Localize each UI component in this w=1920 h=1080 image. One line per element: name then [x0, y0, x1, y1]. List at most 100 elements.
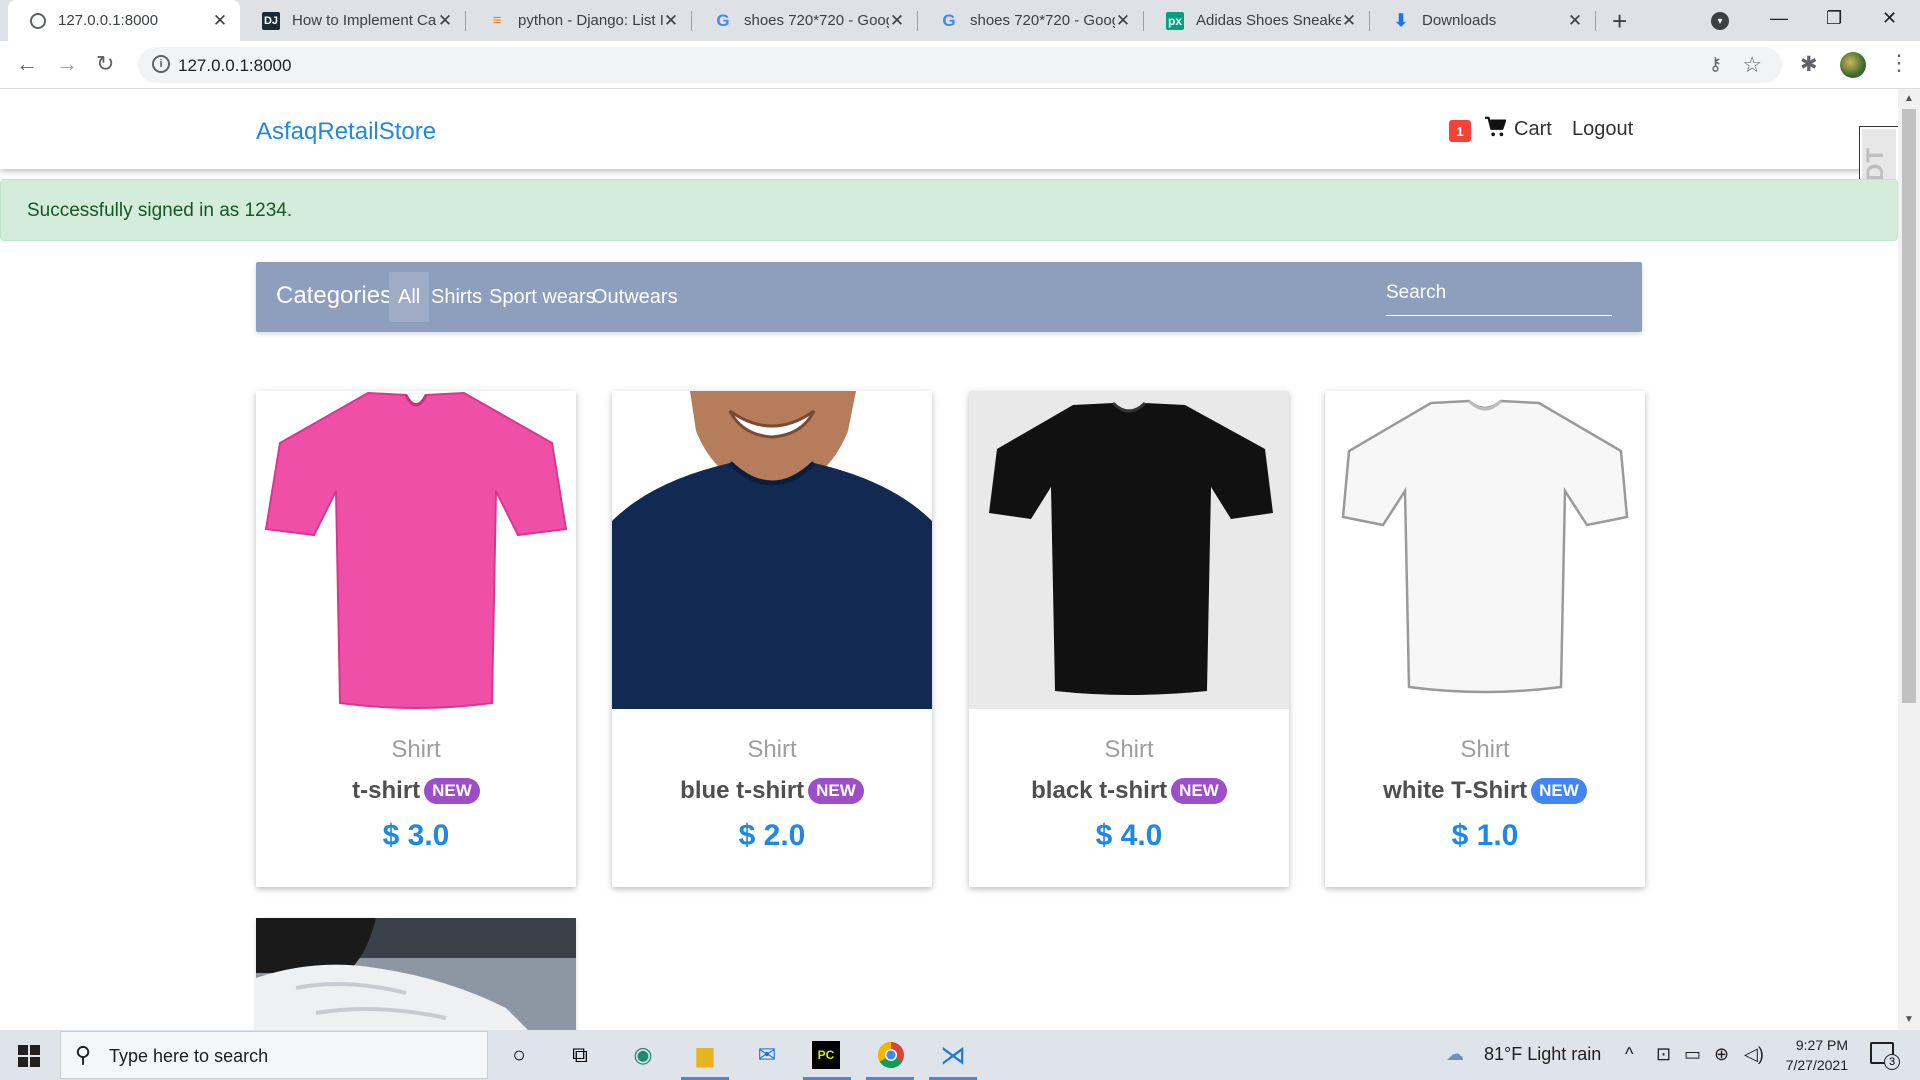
- tab-separator: [1595, 11, 1596, 31]
- search-input[interactable]: Search: [1386, 282, 1612, 316]
- web-page: AsfaqRetailStore 1 Cart Logout DjDT Succ…: [0, 89, 1898, 1030]
- windows-start-icon[interactable]: [18, 1045, 40, 1067]
- bookmark-star-icon[interactable]: ☆: [1742, 52, 1762, 78]
- scroll-up-icon[interactable]: ▲: [1904, 93, 1914, 104]
- close-tab-icon[interactable]: ✕: [1115, 11, 1131, 31]
- browser-tab[interactable]: G shoes 720*720 - Goog ✕: [918, 0, 1143, 41]
- weather-icon[interactable]: ☁: [1446, 1044, 1464, 1065]
- pink-tshirt-image[interactable]: [256, 391, 576, 709]
- minimize-icon[interactable]: —: [1770, 8, 1788, 29]
- product-price: $ 4.0: [1095, 819, 1163, 852]
- category-outwears[interactable]: Outwears: [583, 272, 687, 322]
- google-icon: G: [716, 10, 730, 30]
- clock-date: 7/27/2021: [1785, 1057, 1848, 1073]
- vscode-icon[interactable]: ⋊: [936, 1038, 970, 1072]
- product-name-row: black t-shirt NEW: [969, 777, 1289, 805]
- browser-toolbar: ← → ↻ i 127.0.0.1:8000 ⚷ ☆: [0, 41, 1920, 89]
- profile-avatar[interactable]: [1840, 52, 1866, 78]
- new-badge: NEW: [1531, 778, 1587, 804]
- cart-icon[interactable]: [1484, 116, 1506, 138]
- new-tab-button[interactable]: +: [1612, 6, 1627, 37]
- browser-tab[interactable]: 127.0.0.1:8000 ✕: [8, 0, 240, 41]
- product-name-row: t-shirt NEW: [256, 777, 576, 805]
- forward-icon[interactable]: →: [56, 51, 78, 77]
- cart-link[interactable]: Cart: [1514, 118, 1552, 141]
- site-brand[interactable]: AsfaqRetailStore: [256, 118, 436, 146]
- site-navbar: AsfaqRetailStore 1 Cart Logout DjDT: [0, 89, 1898, 224]
- site-info-icon[interactable]: i: [152, 55, 170, 73]
- product-name[interactable]: t-shirt: [352, 777, 420, 804]
- close-tab-icon[interactable]: ✕: [1567, 11, 1583, 31]
- browser-tab[interactable]: ⬇ Downloads ✕: [1370, 0, 1595, 41]
- show-hidden-icons-icon[interactable]: ^: [1625, 1044, 1633, 1065]
- logout-link[interactable]: Logout: [1572, 118, 1633, 141]
- cortana-icon[interactable]: ○: [502, 1038, 536, 1072]
- categories-title: Categories:: [276, 282, 399, 309]
- product-name-row: blue t-shirt NEW: [612, 777, 932, 805]
- tab-search-icon[interactable]: ▾: [1711, 12, 1729, 30]
- address-bar[interactable]: i 127.0.0.1:8000 ⚷ ☆: [138, 47, 1782, 83]
- taskbar-clock[interactable]: 9:27 PM 7/27/2021: [1776, 1035, 1848, 1075]
- cart-count-badge[interactable]: 1: [1449, 120, 1471, 142]
- product-price: $ 2.0: [738, 819, 806, 852]
- weather-text[interactable]: 81°F Light rain: [1484, 1044, 1601, 1065]
- success-alert: Successfully signed in as 1234.: [0, 179, 1898, 241]
- close-tab-icon[interactable]: ✕: [1341, 11, 1357, 31]
- product-card[interactable]: Shirt blue t-shirt NEW $ 2.0: [612, 391, 932, 887]
- page-scrollbar[interactable]: ▲ ▼: [1898, 89, 1920, 1030]
- product-name[interactable]: blue t-shirt: [680, 777, 804, 804]
- product-card[interactable]: Shirt t-shirt NEW $ 3.0: [256, 391, 576, 887]
- dj-favicon-icon: DJ: [262, 11, 280, 30]
- close-tab-icon[interactable]: ✕: [663, 11, 679, 31]
- browser-tab[interactable]: G shoes 720*720 - Goog ✕: [692, 0, 917, 41]
- url-text[interactable]: 127.0.0.1:8000: [178, 56, 291, 76]
- mail-icon[interactable]: ✉: [750, 1038, 784, 1072]
- shoes-image[interactable]: [256, 918, 576, 1030]
- white-tshirt-image[interactable]: [1325, 391, 1645, 709]
- browser-menu-icon[interactable]: ⋮: [1888, 50, 1910, 76]
- scrollbar-thumb[interactable]: [1902, 109, 1916, 703]
- product-card[interactable]: Shirt black t-shirt NEW $ 4.0: [969, 391, 1289, 887]
- browser-tab[interactable]: DJ How to Implement Ca ✕: [240, 0, 465, 41]
- product-card[interactable]: [256, 918, 576, 1030]
- product-name[interactable]: white T-Shirt: [1383, 777, 1527, 804]
- product-price: $ 3.0: [382, 819, 450, 852]
- battery-icon[interactable]: ▭: [1684, 1044, 1701, 1065]
- close-window-icon[interactable]: ✕: [1882, 8, 1897, 29]
- scroll-down-icon[interactable]: ▼: [1904, 1014, 1914, 1025]
- black-tshirt-image[interactable]: [969, 391, 1289, 709]
- product-card[interactable]: Shirt white T-Shirt NEW $ 1.0: [1325, 391, 1645, 887]
- device-icon[interactable]: ⊡: [1656, 1044, 1671, 1065]
- extensions-icon[interactable]: ✱: [1800, 52, 1818, 77]
- new-badge: NEW: [1171, 778, 1227, 804]
- key-icon[interactable]: ⚷: [1709, 54, 1722, 75]
- notification-center-icon[interactable]: 3: [1870, 1042, 1900, 1070]
- volume-icon[interactable]: ◁): [1744, 1044, 1764, 1065]
- download-icon: ⬇: [1393, 10, 1409, 30]
- product-name-row: white T-Shirt NEW: [1325, 777, 1645, 805]
- notification-count: 3: [1884, 1054, 1900, 1070]
- task-view-icon[interactable]: ⧉: [563, 1038, 597, 1072]
- product-name[interactable]: black t-shirt: [1031, 777, 1167, 804]
- network-icon[interactable]: ⊕: [1714, 1044, 1729, 1065]
- browser-tab-strip: 127.0.0.1:8000 ✕ DJ How to Implement Ca …: [0, 0, 1920, 41]
- chrome-icon[interactable]: [874, 1038, 908, 1072]
- new-badge: NEW: [424, 778, 480, 804]
- blue-tshirt-image[interactable]: [612, 391, 932, 709]
- browser-tab[interactable]: px Adidas Shoes Sneaker ✕: [1144, 0, 1369, 41]
- search-icon: ⚲: [75, 1042, 92, 1067]
- back-icon[interactable]: ←: [16, 51, 38, 77]
- taskbar-search-box[interactable]: ⚲ Type here to search: [60, 1031, 488, 1079]
- close-tab-icon[interactable]: ✕: [889, 11, 905, 31]
- edge-icon[interactable]: ◉: [626, 1038, 660, 1072]
- browser-tab[interactable]: ≡ python - Django: List I ✕: [466, 0, 691, 41]
- file-explorer-icon[interactable]: ▆: [688, 1038, 722, 1072]
- product-category: Shirt: [1104, 736, 1154, 763]
- restore-icon[interactable]: ❐: [1826, 8, 1842, 29]
- close-tab-icon[interactable]: ✕: [212, 11, 228, 31]
- windows-taskbar: ⚲ Type here to search ○ ⧉ ◉ ▆ ✉ PC ⋊ ☁ 8…: [0, 1030, 1920, 1080]
- pycharm-icon[interactable]: PC: [812, 1041, 840, 1069]
- reload-icon[interactable]: ↻: [96, 51, 114, 77]
- close-tab-icon[interactable]: ✕: [437, 11, 453, 31]
- product-category: Shirt: [1460, 736, 1510, 763]
